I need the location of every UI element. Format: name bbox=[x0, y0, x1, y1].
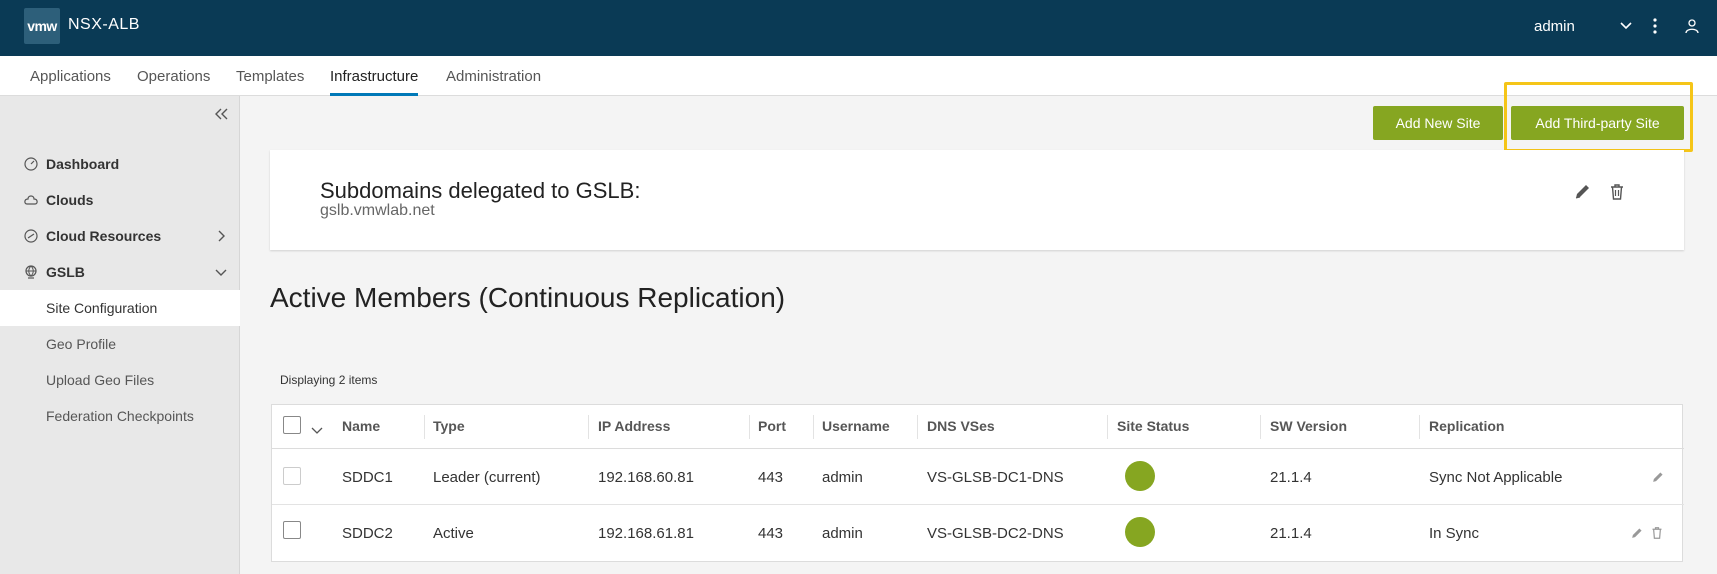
sidebar: Dashboard Clouds Cloud Resources GSLB Si… bbox=[0, 96, 240, 574]
more-vertical-icon[interactable] bbox=[1643, 14, 1667, 38]
table-header: Name Type IP Address Port Username DNS V… bbox=[272, 405, 1684, 449]
cell-name: SDDC2 bbox=[342, 525, 393, 542]
sidebar-subitem-geo-profile[interactable]: Geo Profile bbox=[0, 326, 240, 362]
add-third-party-site-button[interactable]: Add Third-party Site bbox=[1511, 106, 1684, 140]
sidebar-item-label: Cloud Resources bbox=[46, 228, 162, 244]
table-row: SDDC2 Active 192.168.61.81 443 admin VS-… bbox=[272, 505, 1684, 561]
edit-icon[interactable] bbox=[1650, 470, 1664, 484]
sidebar-item-label: Clouds bbox=[46, 192, 94, 208]
site-status-indicator bbox=[1125, 517, 1155, 547]
column-header-dns-vses[interactable]: DNS VSes bbox=[927, 418, 995, 434]
active-members-title: Active Members (Continuous Replication) bbox=[270, 282, 786, 313]
dashboard-icon bbox=[24, 157, 38, 171]
sidebar-subitem-label: Federation Checkpoints bbox=[46, 408, 194, 424]
column-separator bbox=[424, 415, 425, 439]
column-separator bbox=[749, 415, 750, 439]
items-count: Displaying 2 items bbox=[280, 373, 378, 387]
app-header: vmw NSX-ALB admin bbox=[0, 0, 1717, 56]
app-name: NSX-ALB bbox=[68, 16, 140, 33]
column-separator bbox=[1260, 415, 1261, 439]
column-separator bbox=[588, 415, 589, 439]
cell-name: SDDC1 bbox=[342, 469, 393, 486]
column-header-site-status[interactable]: Site Status bbox=[1117, 418, 1189, 434]
sidebar-subitem-upload-geo-files[interactable]: Upload Geo Files bbox=[0, 362, 240, 398]
vmware-logo[interactable]: vmw bbox=[24, 8, 60, 44]
user-icon[interactable] bbox=[1680, 14, 1704, 38]
logo-text: vmw bbox=[27, 18, 57, 34]
collapse-sidebar-icon[interactable] bbox=[212, 104, 232, 124]
subdomains-card: Subdomains delegated to GSLB: gslb.vmwla… bbox=[270, 150, 1684, 250]
cell-sw-version: 21.1.4 bbox=[1270, 525, 1312, 542]
cell-type: Leader (current) bbox=[433, 469, 541, 486]
column-separator bbox=[813, 415, 814, 439]
sidebar-subitem-label: Site Configuration bbox=[46, 300, 158, 316]
tab-templates[interactable]: Templates bbox=[236, 68, 304, 96]
cell-port: 443 bbox=[758, 525, 784, 542]
cell-ip-address: 192.168.61.81 bbox=[598, 525, 694, 542]
sidebar-item-clouds[interactable]: Clouds bbox=[0, 182, 240, 218]
column-header-sw-version[interactable]: SW Version bbox=[1270, 418, 1347, 434]
sidebar-subitem-label: Geo Profile bbox=[46, 336, 117, 352]
sidebar-item-gslb[interactable]: GSLB bbox=[0, 254, 240, 290]
cell-port: 443 bbox=[758, 469, 784, 486]
cell-username: admin bbox=[822, 525, 863, 542]
column-header-username[interactable]: Username bbox=[822, 418, 890, 434]
column-separator bbox=[1419, 415, 1420, 439]
sidebar-subitem-site-configuration[interactable]: Site Configuration bbox=[0, 290, 240, 326]
column-header-replication[interactable]: Replication bbox=[1429, 418, 1504, 434]
cell-ip-address: 192.168.60.81 bbox=[598, 469, 694, 486]
globe-icon bbox=[24, 265, 38, 279]
sidebar-item-label: Dashboard bbox=[46, 156, 120, 172]
tab-operations[interactable]: Operations bbox=[137, 68, 210, 96]
trash-icon[interactable] bbox=[1650, 526, 1664, 540]
column-separator bbox=[917, 415, 918, 439]
cloud-icon bbox=[24, 193, 38, 207]
chevron-down-icon bbox=[214, 265, 228, 279]
cell-sw-version: 21.1.4 bbox=[1270, 469, 1312, 486]
table-row: SDDC1 Leader (current) 192.168.60.81 443… bbox=[272, 449, 1684, 505]
add-new-site-button[interactable]: Add New Site bbox=[1373, 106, 1503, 140]
cell-replication: In Sync bbox=[1429, 525, 1480, 542]
tab-administration[interactable]: Administration bbox=[446, 68, 541, 96]
select-all-checkbox[interactable] bbox=[283, 416, 301, 434]
edit-icon[interactable] bbox=[1572, 182, 1592, 202]
chevron-down-icon[interactable] bbox=[1614, 14, 1638, 38]
tab-infrastructure[interactable]: Infrastructure bbox=[330, 68, 419, 96]
sidebar-item-dashboard[interactable]: Dashboard bbox=[0, 146, 240, 182]
column-header-port[interactable]: Port bbox=[758, 418, 786, 434]
cell-type: Active bbox=[433, 525, 474, 542]
sidebar-item-cloud-resources[interactable]: Cloud Resources bbox=[0, 218, 240, 254]
row-checkbox[interactable] bbox=[283, 521, 301, 539]
column-header-type[interactable]: Type bbox=[433, 418, 465, 434]
tab-applications[interactable]: Applications bbox=[30, 68, 111, 96]
cell-dns-vses: VS-GLSB-DC2-DNS bbox=[927, 525, 1064, 542]
sidebar-subitem-label: Upload Geo Files bbox=[46, 372, 155, 388]
top-navigation: Applications Operations Templates Infras… bbox=[0, 56, 1717, 96]
subdomains-title: Subdomains delegated to GSLB: bbox=[320, 178, 641, 203]
members-table: Name Type IP Address Port Username DNS V… bbox=[271, 404, 1684, 562]
column-header-ip-address[interactable]: IP Address bbox=[598, 418, 670, 434]
column-separator bbox=[1107, 415, 1108, 439]
sidebar-subitem-federation-checkpoints[interactable]: Federation Checkpoints bbox=[0, 398, 240, 434]
chevron-down-icon[interactable] bbox=[311, 422, 323, 440]
sidebar-item-label: GSLB bbox=[46, 264, 85, 280]
edit-icon[interactable] bbox=[1629, 526, 1643, 540]
trash-icon[interactable] bbox=[1607, 182, 1627, 202]
row-checkbox bbox=[283, 467, 301, 485]
cell-dns-vses: VS-GLSB-DC1-DNS bbox=[927, 469, 1064, 486]
column-header-name[interactable]: Name bbox=[342, 418, 380, 434]
user-menu-name[interactable]: admin bbox=[1534, 18, 1575, 35]
subdomains-value: gslb.vmwlab.net bbox=[320, 202, 435, 219]
cloud-resources-icon bbox=[24, 229, 38, 243]
site-status-indicator bbox=[1125, 461, 1155, 491]
cell-replication: Sync Not Applicable bbox=[1429, 469, 1563, 486]
chevron-right-icon bbox=[214, 229, 228, 243]
cell-username: admin bbox=[822, 469, 863, 486]
